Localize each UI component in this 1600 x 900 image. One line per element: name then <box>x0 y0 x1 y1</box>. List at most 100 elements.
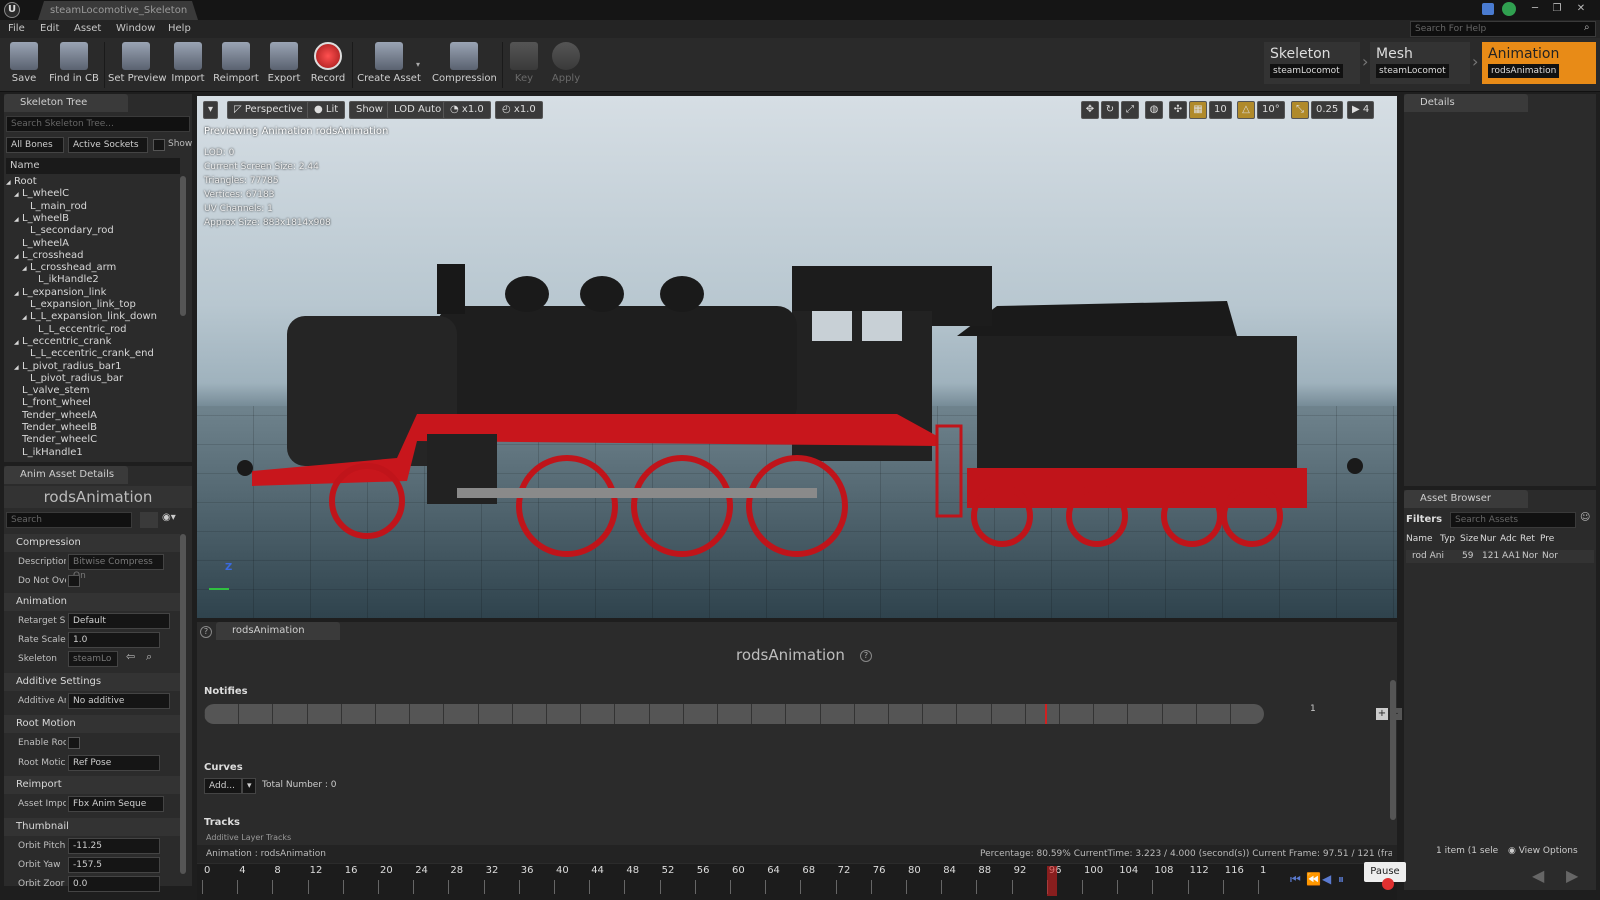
scale-snap-icon[interactable]: ⤡ <box>1291 101 1309 119</box>
lit-button[interactable]: ● Lit <box>307 101 346 119</box>
bone-item[interactable]: L_wheelA <box>14 238 69 250</box>
description-field[interactable]: Bitwise Compress On <box>68 554 164 581</box>
find-in-cb-button[interactable]: Find in CB <box>46 40 102 90</box>
history-back-icon[interactable]: ◀ <box>1532 866 1544 885</box>
prev-frame-icon[interactable]: ⏪ <box>1306 872 1321 886</box>
tree-scrollbar[interactable] <box>180 176 186 316</box>
anim-asset-details-tab[interactable]: Anim Asset Details <box>4 466 128 484</box>
document-tab[interactable]: steamLocomotive_Skeleton <box>38 1 198 20</box>
expand-arrow-icon[interactable]: ◢ <box>14 189 22 201</box>
asset-column[interactable]: Nur <box>1480 534 1496 544</box>
section-additive-settings[interactable]: Additive Settings <box>4 673 180 691</box>
camera-speed-button[interactable]: ▶ 4 <box>1347 101 1375 119</box>
expand-arrow-icon[interactable]: ◢ <box>6 177 14 189</box>
eye-icon[interactable]: ◉▾ <box>162 512 186 528</box>
user-icon[interactable]: ☺ <box>1580 512 1590 523</box>
record-icon[interactable] <box>1382 878 1394 890</box>
skeleton-tree-tab[interactable]: Skeleton Tree <box>4 94 128 112</box>
grid-snap-icon[interactable]: ▦ <box>1189 101 1207 119</box>
enable-root-checkbox[interactable] <box>68 737 80 749</box>
bone-item[interactable]: L_expansion_link_top <box>22 299 136 311</box>
bone-item[interactable]: ◢ Root <box>6 176 37 188</box>
curves-header[interactable]: Curves <box>204 762 243 773</box>
expand-arrow-icon[interactable]: ◢ <box>22 263 30 275</box>
save-button[interactable]: Save <box>6 40 42 90</box>
source-control-icon[interactable] <box>1502 2 1516 16</box>
bone-item[interactable]: ◢ L_expansion_link <box>14 287 106 299</box>
minimize-icon[interactable]: ─ <box>1526 2 1544 16</box>
timeline-scrubber[interactable]: 0 4 8 12 16 20 24 28 32 36 40 44 48 52 56 60 64 68 72 76 80 8… <box>197 864 1397 900</box>
set-preview-button[interactable]: Set Preview <box>108 40 167 90</box>
details-scrollbar[interactable] <box>180 534 186 874</box>
view-options-button[interactable]: ◉ View Options <box>1508 846 1578 856</box>
add-curve-button[interactable]: Add... <box>204 778 242 794</box>
anim-editor-tab[interactable]: rodsAnimation <box>216 622 340 640</box>
skeleton-field[interactable]: steamLo <box>68 651 118 667</box>
anim-editor-scrollbar[interactable] <box>1390 680 1396 820</box>
menu-help[interactable]: Help <box>168 20 191 38</box>
tracks-header[interactable]: Tracks <box>204 817 240 828</box>
asset-row[interactable]: rod Ani 59 121 AA1 Nor Nor <box>1406 550 1594 563</box>
menu-asset[interactable]: Asset <box>74 20 101 38</box>
bone-item[interactable]: L_secondary_rod <box>22 225 114 237</box>
sockets-filter-dropdown[interactable]: Active Sockets <box>68 137 148 153</box>
lod-button[interactable]: LOD Auto <box>387 101 449 119</box>
bone-item[interactable]: Tender_wheelB <box>14 422 97 434</box>
scale-icon[interactable]: ⤢ <box>1121 101 1139 119</box>
orbit-yaw-input[interactable]: -157.5 <box>68 857 160 873</box>
asset-column[interactable]: Adc <box>1500 534 1517 544</box>
preview-viewport[interactable]: ▾ ◸ Perspective ● Lit Show LOD Auto ◔ x1… <box>197 96 1397 618</box>
bone-item[interactable]: ◢ L_pivot_radius_bar1 <box>14 361 122 373</box>
bone-item[interactable]: Tender_wheelA <box>14 410 97 422</box>
expand-arrow-icon[interactable]: ◢ <box>14 362 22 374</box>
bone-item[interactable]: Tender_wheelC <box>14 434 97 446</box>
import-button[interactable]: Import <box>168 40 208 90</box>
bone-item[interactable]: L_ikHandle2 <box>30 274 99 286</box>
section-reimport[interactable]: Reimport <box>4 776 180 794</box>
viewport-options-dropdown[interactable]: ▾ <box>203 101 219 119</box>
notify-track[interactable] <box>204 704 1264 724</box>
root-motion-dropdown[interactable]: Ref Pose <box>68 755 160 771</box>
expand-arrow-icon[interactable]: ◢ <box>14 288 22 300</box>
surface-snap-icon[interactable]: ✣ <box>1169 101 1187 119</box>
browse-icon[interactable]: ⌕ <box>146 650 152 664</box>
section-root-motion[interactable]: Root Motion <box>4 715 180 733</box>
expand-arrow-icon[interactable]: ◢ <box>22 312 30 324</box>
expand-arrow-icon[interactable]: ◢ <box>14 251 22 263</box>
orbit-zoom-input[interactable]: 0.0 <box>68 876 160 892</box>
bone-item[interactable]: ◢ L_crosshead <box>14 250 83 262</box>
asset-column[interactable]: Pre <box>1540 534 1554 544</box>
reimport-button[interactable]: Reimport <box>212 40 260 90</box>
create-asset-button[interactable]: Create Asset <box>356 40 422 90</box>
bone-item[interactable]: L_valve_stem <box>14 385 90 397</box>
help-search-input[interactable]: Search For Help <box>1410 21 1596 37</box>
history-forward-icon[interactable]: ▶ <box>1566 866 1578 885</box>
record-button[interactable]: Record <box>308 40 348 90</box>
additive-type-dropdown[interactable]: No additive <box>68 693 170 709</box>
key-button[interactable]: Key <box>506 40 542 90</box>
section-thumbnail[interactable]: Thumbnail <box>4 818 180 836</box>
menu-edit[interactable]: Edit <box>40 20 59 38</box>
help-icon[interactable]: ? <box>200 626 212 638</box>
asset-column[interactable]: Name <box>1406 534 1433 544</box>
speed-button[interactable]: ◔ x1.0 <box>443 101 491 119</box>
bone-item[interactable]: L_L_eccentric_rod <box>30 324 126 336</box>
compression-button[interactable]: Compression <box>432 40 497 90</box>
asset-import-dropdown[interactable]: Fbx Anim Seque <box>68 796 164 812</box>
notification-icon[interactable] <box>1482 3 1494 15</box>
bone-item[interactable]: ◢ L_wheelB <box>14 213 69 225</box>
bone-item[interactable]: L_L_eccentric_crank_end <box>22 348 154 360</box>
details-tab[interactable]: Details <box>1404 94 1528 112</box>
world-local-icon[interactable]: ◍ <box>1145 101 1163 119</box>
expand-arrow-icon[interactable]: ◢ <box>14 214 22 226</box>
bone-item[interactable]: L_ikHandle1 <box>14 447 83 458</box>
apply-button[interactable]: Apply <box>548 40 584 90</box>
orbit-pitch-input[interactable]: -11.25 <box>68 838 160 854</box>
expand-arrow-icon[interactable]: ◢ <box>14 337 22 349</box>
playhead[interactable] <box>1046 866 1057 896</box>
bone-item[interactable]: L_main_rod <box>22 201 87 213</box>
details-search-input[interactable]: Search <box>6 512 132 528</box>
retarget-dropdown[interactable]: Default <box>68 613 170 629</box>
arrow-left-icon[interactable]: ⇦ <box>126 650 135 663</box>
export-button[interactable]: Export <box>264 40 304 90</box>
